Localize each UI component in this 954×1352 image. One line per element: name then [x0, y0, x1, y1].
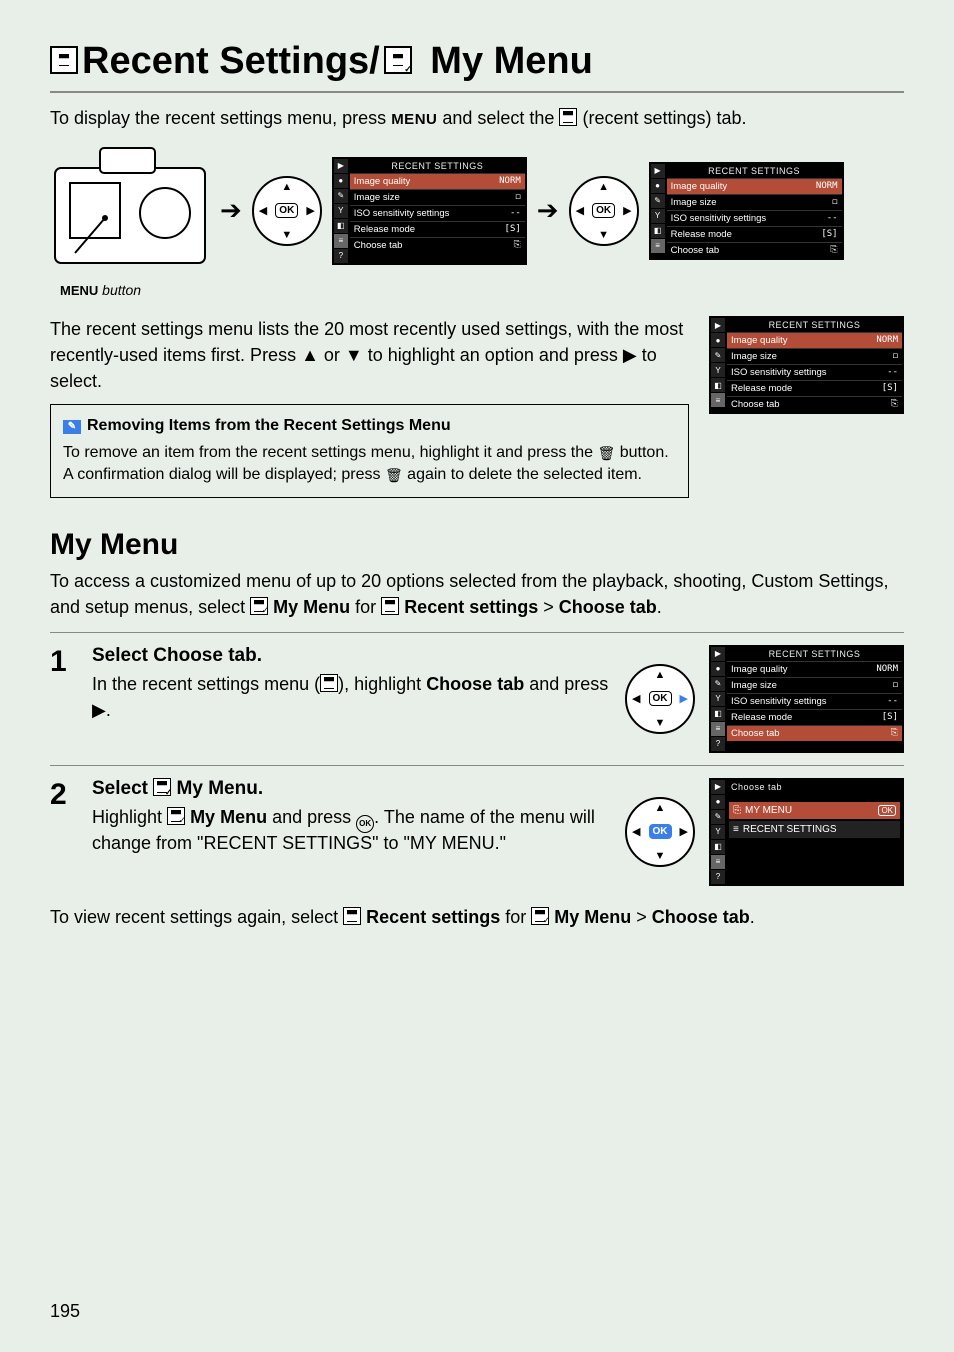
my-menu-icon [167, 807, 185, 825]
step-number: 2 [50, 778, 76, 812]
recent-settings-icon [381, 597, 399, 615]
dpad-ok-highlight: ▲▼ ◀▶ OK [625, 797, 695, 867]
recent-settings-icon [343, 907, 361, 925]
intro-text: To display the recent settings menu, pre… [50, 105, 904, 131]
step-1: 1 Select Choose tab. In the recent setti… [50, 645, 904, 753]
description-block: The recent settings menu lists the 20 mo… [50, 316, 904, 497]
step-2-body: Highlight My Menu and press OK. The name… [92, 804, 609, 856]
lcd-screenshot-step2: ▶●✎Y◧≡? Choose tab ⎘MY MENUOK ≡RECENT SE… [709, 778, 904, 886]
my-menu-icon [153, 778, 171, 796]
lcd-screenshot-2: ▶●✎Y◧≡ RECENT SETTINGS Image qualityNORM… [649, 162, 844, 260]
dpad-illustration: ▲▼ ◀▶ OK [252, 176, 322, 246]
my-menu-heading: My Menu [50, 528, 904, 562]
recent-settings-icon [320, 674, 338, 692]
title-part-2: My Menu [430, 40, 593, 83]
pencil-icon: ✎ [63, 420, 81, 434]
menu-button-label: MENU [391, 111, 437, 128]
page-title: Recent Settings/ My Menu [50, 40, 904, 83]
dpad-illustration: ▲▼ ◀▶ OK [569, 176, 639, 246]
title-rule [50, 91, 904, 93]
trash-icon: 🗑 [598, 444, 616, 464]
page-number: 195 [50, 1301, 80, 1322]
trash-icon: 🗑 [385, 466, 403, 486]
note-box: ✎ Removing Items from the Recent Setting… [50, 404, 689, 497]
step-number: 1 [50, 645, 76, 679]
recent-settings-icon [559, 108, 577, 126]
step-2-title: Select My Menu. [92, 778, 609, 800]
dpad-right-highlight: ▲▼ ◀▶ OK [625, 664, 695, 734]
ok-button-icon: OK [356, 815, 374, 833]
step-divider [50, 765, 904, 766]
recent-settings-icon [50, 46, 78, 74]
note-title: Removing Items from the Recent Settings … [87, 415, 451, 437]
step-1-body: In the recent settings menu (), highligh… [92, 671, 609, 723]
camera-illustration [50, 143, 210, 278]
arrow-icon: ➔ [537, 195, 559, 226]
diagram-row: ➔ ▲▼ ◀▶ OK ▶●✎Y◧≡? RECENT SETTINGS Image… [50, 143, 904, 278]
step-2: 2 Select My Menu. Highlight My Menu and … [50, 778, 904, 886]
closing-text: To view recent settings again, select Re… [50, 904, 904, 930]
lcd-screenshot-step1: ▶●✎Y◧≡? RECENT SETTINGS Image qualityNOR… [709, 645, 904, 753]
my-menu-icon [531, 907, 549, 925]
description-text: The recent settings menu lists the 20 mo… [50, 316, 689, 394]
menu-button-caption: MENU button [60, 282, 904, 298]
lcd-screenshot-1: ▶●✎Y◧≡? RECENT SETTINGS Image qualityNOR… [332, 157, 527, 265]
note-body: To remove an item from the recent settin… [63, 442, 676, 487]
my-menu-icon [384, 46, 412, 74]
arrow-icon: ➔ [220, 195, 242, 226]
step-divider [50, 632, 904, 633]
lcd-screenshot-3: ▶●✎Y◧≡ RECENT SETTINGS Image qualityNORM… [709, 316, 904, 414]
my-menu-icon [250, 597, 268, 615]
title-part-1: Recent Settings/ [82, 40, 380, 83]
my-menu-intro: To access a customized menu of up to 20 … [50, 568, 904, 620]
step-1-title: Select Choose tab. [92, 645, 609, 667]
